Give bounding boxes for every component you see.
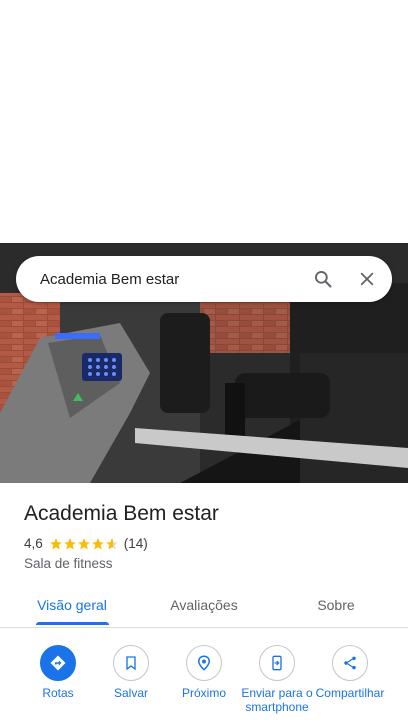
save-button[interactable]: Salvar [93,645,169,700]
search-bar[interactable]: Academia Bem estar [16,256,392,302]
nearby-button[interactable]: Próximo [166,645,242,700]
place-info-panel: Academia Bem estar 4,6 (14) Sala de fitn… [0,483,408,726]
send-to-phone-label: Enviar para o smartphone [241,686,313,714]
star-icon [91,537,104,550]
action-buttons: Rotas Salvar Próximo Enviar para o smart… [0,645,408,726]
close-icon[interactable] [354,266,380,292]
directions-button[interactable]: Rotas [20,645,96,700]
directions-label: Rotas [42,686,74,700]
half-star-icon [105,537,118,550]
star-icon [49,537,62,550]
send-to-phone-button[interactable]: Enviar para o smartphone [239,645,315,714]
rating-row[interactable]: 4,6 (14) [24,536,148,551]
star-icon [63,537,76,550]
place-title: Academia Bem estar [24,502,219,525]
send-to-phone-icon [259,645,295,681]
rating-value: 4,6 [24,536,43,551]
save-label: Salvar [113,686,148,700]
star-icon [77,537,90,550]
review-count: (14) [123,536,148,551]
blank-area [0,0,408,243]
directions-icon [40,645,76,681]
tab-about[interactable]: Sobre [296,587,376,628]
search-icon[interactable] [310,266,336,292]
share-icon [332,645,368,681]
rating-stars [49,537,119,551]
share-label: Compartilhar [315,686,385,700]
tab-reviews[interactable]: Avaliações [156,587,252,628]
share-button[interactable]: Compartilhar [312,645,388,700]
place-category: Sala de fitness [24,556,113,571]
nearby-label: Próximo [181,686,226,700]
bookmark-icon [113,645,149,681]
nearby-icon [186,645,222,681]
active-tab-indicator [36,622,109,625]
search-input[interactable]: Academia Bem estar [40,271,292,288]
